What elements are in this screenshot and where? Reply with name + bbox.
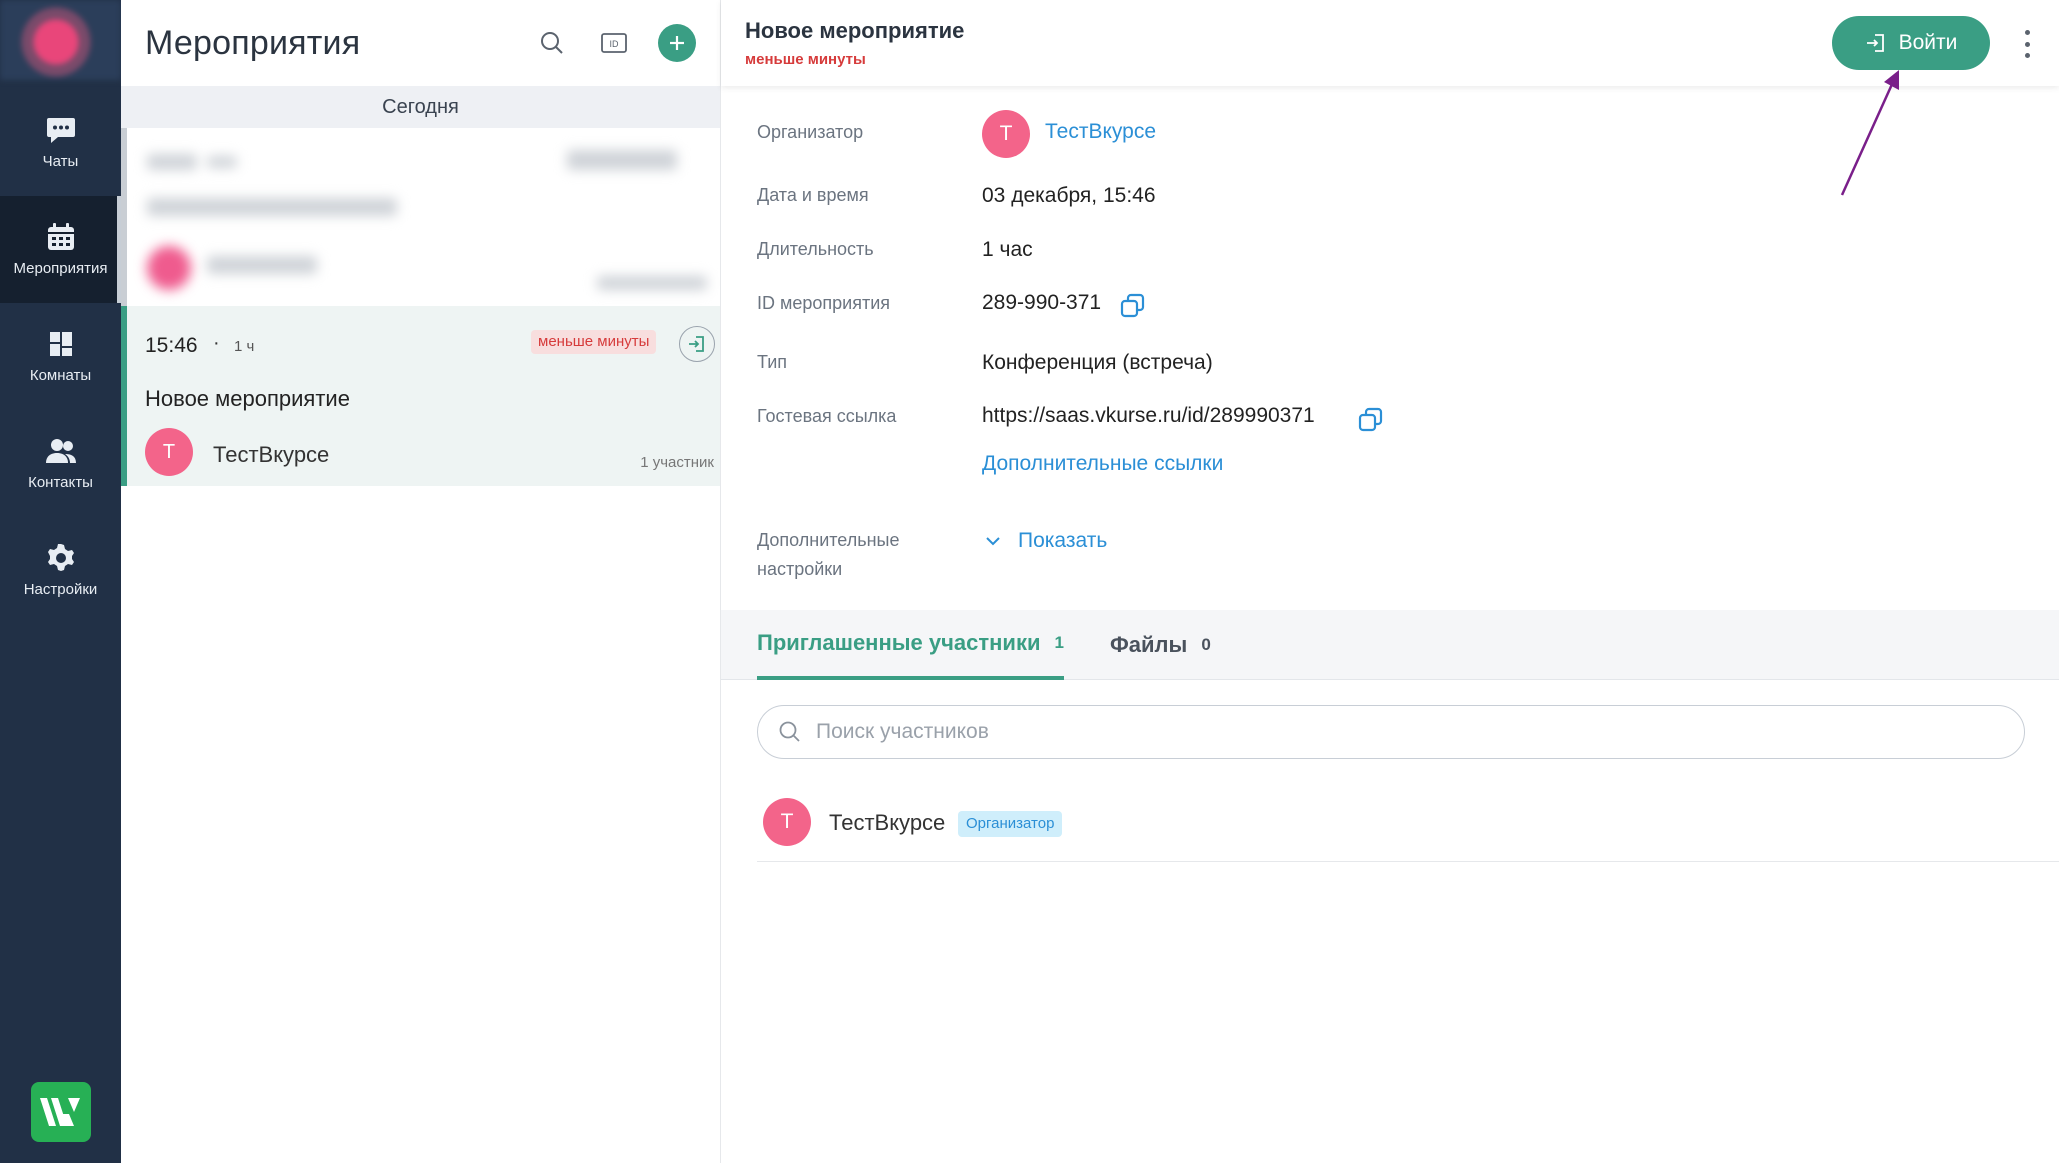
quick-join-button[interactable]: [679, 326, 715, 362]
participant-row[interactable]: Т ТестВкурсе Организатор: [757, 790, 2059, 862]
event-duration: 1 ч: [234, 338, 255, 355]
avatar: Т: [763, 798, 811, 846]
user-avatar[interactable]: [0, 0, 121, 80]
tab-count: 0: [1201, 635, 1211, 654]
guest-link-value: https://saas.vkurse.ru/id/289990371: [982, 404, 1315, 427]
participants-count: 1 участник: [640, 454, 714, 471]
event-id-label: ID мероприятия: [757, 293, 891, 313]
add-event-button[interactable]: [658, 24, 696, 62]
organizer-label: Организатор: [757, 122, 864, 142]
organizer-link[interactable]: ТестВкурсе: [1045, 120, 1156, 144]
search-input[interactable]: [816, 720, 1916, 744]
tab-invited-participants[interactable]: Приглашенные участники 1: [757, 610, 1064, 680]
logo-icon: [40, 1098, 80, 1126]
nav-label-chats: Чаты: [42, 153, 79, 170]
copy-icon[interactable]: [1119, 292, 1147, 320]
tab-label: Файлы: [1110, 632, 1188, 657]
nav-label-events: Мероприятия: [13, 260, 108, 277]
event-list-item[interactable]: 15:46 · 1 ч меньше минуты Новое мероприя…: [121, 306, 720, 486]
list-actions: ID: [534, 24, 696, 62]
event-name: Новое мероприятие: [145, 386, 350, 411]
detail-header: Новое мероприятие меньше минуты Войти: [721, 0, 2059, 86]
role-badge: Организатор: [958, 811, 1063, 837]
app-logo: [31, 1082, 91, 1142]
enter-button[interactable]: Войти: [1832, 16, 1990, 70]
copy-icon[interactable]: [1357, 406, 1385, 434]
tab-count: 1: [1054, 633, 1064, 652]
search-icon: [541, 32, 563, 54]
gear-icon: [47, 544, 74, 571]
calendar-icon: [47, 223, 74, 250]
chevron-down-icon[interactable]: [985, 535, 1001, 547]
enter-button-label: Войти: [1898, 31, 1958, 54]
type-value: Конференция (встреча): [982, 351, 1213, 374]
search-button[interactable]: [534, 25, 570, 61]
day-header: Сегодня: [121, 86, 720, 128]
chat-icon: [46, 118, 75, 143]
plus-icon: [670, 36, 684, 50]
nav-item-chats[interactable]: Чаты: [0, 89, 121, 196]
tabs-bar: Приглашенные участники 1 Файлы 0: [721, 610, 2059, 680]
participant-name: ТестВкурсе: [829, 810, 946, 835]
events-list-panel: Мероприятия ID Сегодня 15:46 · 1 ч меньш…: [121, 0, 721, 1163]
contacts-icon: [45, 439, 76, 463]
tab-files[interactable]: Файлы 0: [1110, 610, 1211, 680]
enter-icon: [689, 336, 704, 352]
settings-label-line1: Дополнительные: [757, 530, 900, 550]
datetime-label: Дата и время: [757, 185, 869, 205]
rooms-icon: [49, 332, 72, 356]
event-id-value: 289-990-371: [982, 291, 1102, 314]
avatar: Т: [145, 428, 193, 476]
nav-item-settings[interactable]: Настройки: [0, 517, 121, 624]
avatar: Т: [982, 110, 1030, 158]
page-title: Мероприятия: [145, 23, 361, 62]
svg-text:ID: ID: [610, 39, 620, 49]
nav-item-events[interactable]: Мероприятия: [0, 196, 121, 303]
nav-item-rooms[interactable]: Комнаты: [0, 303, 121, 410]
separator-dot: ·: [213, 332, 220, 354]
event-detail-panel: Новое мероприятие меньше минуты Войти Ор…: [721, 0, 2059, 1163]
id-icon: ID: [601, 33, 627, 53]
nav-label-rooms: Комнаты: [29, 367, 92, 384]
nav-item-contacts[interactable]: Контакты: [0, 410, 121, 517]
tab-label: Приглашенные участники: [757, 630, 1041, 655]
duration-label: Длительность: [757, 239, 874, 259]
status-badge: меньше минуты: [531, 330, 657, 354]
detail-title: Новое мероприятие: [745, 18, 965, 43]
additional-links[interactable]: Дополнительные ссылки: [982, 452, 1223, 476]
nav-label-settings: Настройки: [23, 581, 98, 598]
guest-link-label: Гостевая ссылка: [757, 406, 897, 426]
organizer-name: ТестВкурсе: [213, 442, 330, 467]
event-time: 15:46: [145, 334, 198, 357]
list-item-blurred[interactable]: [121, 128, 720, 306]
enter-icon: [1866, 34, 1884, 52]
detail-status: меньше минуты: [745, 51, 866, 68]
nav-label-contacts: Контакты: [28, 474, 93, 491]
list-header: Мероприятия ID: [121, 0, 720, 86]
join-by-id-button[interactable]: ID: [596, 25, 632, 61]
participant-search[interactable]: [757, 705, 2025, 759]
more-menu-button[interactable]: [2017, 26, 2037, 62]
show-settings-toggle[interactable]: Показать: [1018, 529, 1107, 553]
duration-value: 1 час: [982, 238, 1033, 261]
datetime-value: 03 декабря, 15:46: [982, 184, 1156, 207]
settings-label-line2: настройки: [757, 559, 843, 579]
type-label: Тип: [757, 352, 788, 372]
nav-rail: Чаты Мероприятия Комнаты Контакты Настро…: [0, 0, 121, 1163]
app-root: Чаты Мероприятия Комнаты Контакты Настро…: [0, 0, 2059, 1163]
search-icon: [779, 721, 800, 742]
